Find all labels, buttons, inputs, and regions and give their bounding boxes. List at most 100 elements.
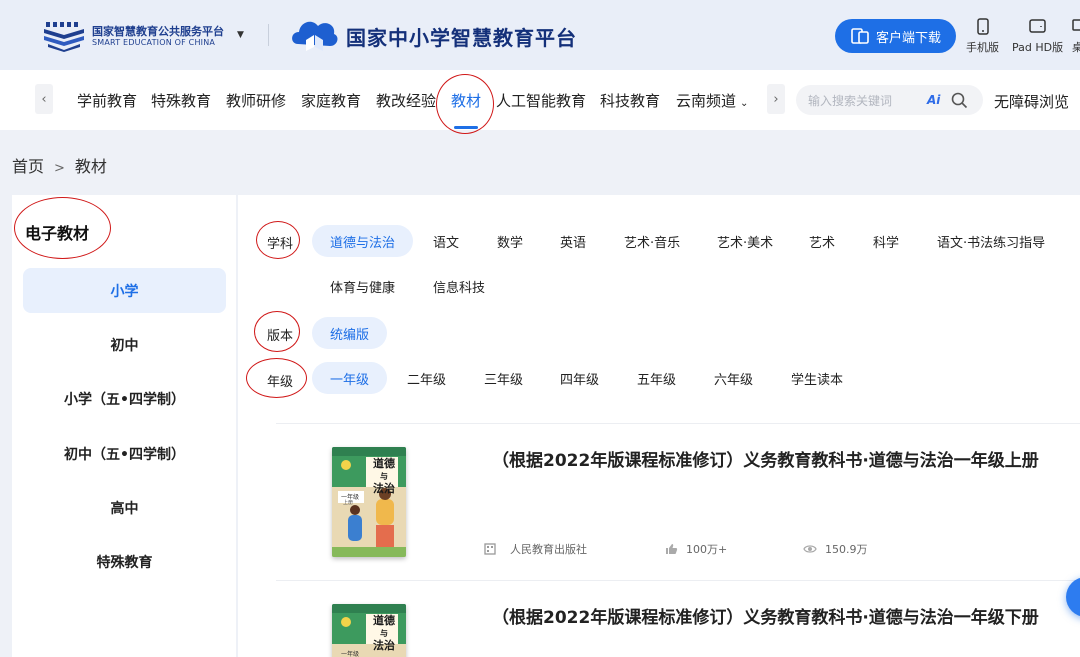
thumbs-up-icon bbox=[666, 544, 678, 554]
ai-search-icon[interactable]: Ai bbox=[927, 93, 940, 107]
devices-icon bbox=[851, 28, 869, 44]
subject-option-english[interactable]: 英语 bbox=[560, 225, 586, 257]
cover-title-line2: 与 bbox=[380, 472, 388, 481]
grade-option-student-reader[interactable]: 学生读本 bbox=[791, 362, 843, 394]
views-count: 150.9万 bbox=[825, 543, 868, 556]
cloud-book-logo-icon[interactable] bbox=[290, 14, 340, 56]
search-placeholder: 输入搜索关键词 bbox=[808, 94, 893, 108]
main-nav: ‹ 学前教育 特殊教育 教师研修 家庭教育 教改经验 教材 人工智能教育 科技教… bbox=[0, 70, 1080, 130]
accessibility-link[interactable]: 无障碍浏览 bbox=[994, 91, 1069, 112]
book-title[interactable]: （根据2022年版课程标准修订）义务教育教科书·道德与法治一年级下册 bbox=[492, 603, 1039, 628]
subject-option-pe-health[interactable]: 体育与健康 bbox=[330, 270, 395, 302]
cover-title-line2: 与 bbox=[380, 629, 388, 638]
mobile-version-label: 手机版 bbox=[966, 41, 999, 54]
grade-option-4[interactable]: 四年级 bbox=[560, 362, 599, 394]
sidebar-title: 电子教材 bbox=[25, 224, 90, 243]
sidebar-item-junior-54[interactable]: 初中（五•四学制） bbox=[23, 431, 226, 476]
nav-item-ai-education[interactable]: 人工智能教育 bbox=[496, 90, 586, 111]
nav-item-teacher-training[interactable]: 教师研修 bbox=[226, 90, 286, 111]
eye-icon bbox=[803, 545, 817, 553]
nav-item-family-education[interactable]: 家庭教育 bbox=[301, 90, 361, 111]
textbook-content: 学科 道德与法治 语文 数学 英语 艺术·音乐 艺术·美术 艺术 科学 语文·书… bbox=[238, 195, 1080, 657]
grade-filter-label: 年级 bbox=[267, 375, 294, 390]
tablet-icon bbox=[1029, 19, 1046, 33]
building-icon bbox=[484, 543, 496, 555]
list-divider bbox=[276, 580, 1080, 581]
book-cover-title: 道德与法治 bbox=[372, 615, 396, 652]
publisher-name: 人民教育出版社 bbox=[510, 543, 587, 556]
smart-education-logo-icon[interactable] bbox=[42, 20, 86, 52]
nav-prev-arrow[interactable]: ‹ bbox=[35, 84, 53, 114]
stage-sidebar: 电子教材 小学 初中 小学（五•四学制） 初中（五•四学制） 高中 特殊教育 bbox=[12, 195, 236, 657]
sidebar-item-primary-54[interactable]: 小学（五•四学制） bbox=[23, 376, 226, 421]
subject-option-arts-fine[interactable]: 艺术·美术 bbox=[717, 225, 773, 257]
grade-option-1[interactable]: 一年级 bbox=[312, 362, 388, 394]
book-publisher: 人民教育出版社 bbox=[484, 541, 587, 557]
nav-item-yunnan-channel[interactable]: 云南频道 ⌄ bbox=[676, 90, 748, 111]
chevron-down-icon: ⌄ bbox=[740, 98, 749, 109]
top-header: 国家智慧教育公共服务平台 SMART EDUCATION OF CHINA ▼ … bbox=[0, 0, 1080, 70]
desktop-version-link[interactable]: 桌 bbox=[1072, 18, 1080, 55]
subject-filter-label: 学科 bbox=[267, 237, 294, 252]
subject-option-science[interactable]: 科学 bbox=[873, 225, 899, 257]
cover-term-label: 上册 bbox=[343, 500, 354, 506]
platform-name-cn: 国家智慧教育公共服务平台 bbox=[92, 25, 224, 38]
cover-grade-label: 一年级 bbox=[341, 651, 360, 657]
nav-next-arrow[interactable]: › bbox=[767, 84, 785, 114]
book-title[interactable]: （根据2022年版课程标准修订）义务教育教科书·道德与法治一年级上册 bbox=[492, 446, 1039, 471]
breadcrumb-separator: > bbox=[54, 161, 65, 176]
search-box[interactable]: 输入搜索关键词 Ai bbox=[796, 85, 983, 115]
book-cover[interactable]: 道德与法治 一年级 上册 bbox=[332, 447, 406, 557]
platform-name-en: SMART EDUCATION OF CHINA bbox=[92, 38, 216, 47]
nav-item-special-education[interactable]: 特殊教育 bbox=[151, 90, 211, 111]
subject-option-arts-music[interactable]: 艺术·音乐 bbox=[624, 225, 680, 257]
header-divider bbox=[268, 24, 269, 46]
client-download-button[interactable]: 客户端下载 bbox=[835, 19, 956, 53]
grade-option-5[interactable]: 五年级 bbox=[637, 362, 676, 394]
desktop-version-label: 桌 bbox=[1072, 41, 1080, 54]
likes-count: 100万+ bbox=[686, 543, 728, 556]
cover-title-line1: 道德 bbox=[373, 614, 395, 627]
client-download-label: 客户端下载 bbox=[876, 30, 942, 46]
edition-filter-label: 版本 bbox=[267, 329, 294, 344]
nav-item-textbooks[interactable]: 教材 bbox=[451, 90, 481, 111]
subject-option-chinese[interactable]: 语文 bbox=[433, 225, 459, 257]
subject-option-calligraphy[interactable]: 语文·书法练习指导 bbox=[937, 225, 1045, 257]
sidebar-item-junior[interactable]: 初中 bbox=[23, 322, 226, 367]
nav-item-reform-experience[interactable]: 教改经验 bbox=[376, 90, 436, 111]
grade-option-2[interactable]: 二年级 bbox=[407, 362, 446, 394]
grade-option-3[interactable]: 三年级 bbox=[484, 362, 523, 394]
subject-option-math[interactable]: 数学 bbox=[497, 225, 523, 257]
pad-version-link[interactable]: Pad HD版 bbox=[1012, 18, 1063, 55]
sidebar-item-primary[interactable]: 小学 bbox=[23, 268, 226, 313]
search-icon[interactable] bbox=[951, 92, 968, 109]
edition-option-tongbian[interactable]: 统编版 bbox=[312, 317, 388, 349]
caret-down-icon[interactable]: ▼ bbox=[237, 30, 244, 40]
book-likes: 100万+ bbox=[665, 541, 727, 557]
pad-version-label: Pad HD版 bbox=[1012, 41, 1064, 54]
nav-item-preschool[interactable]: 学前教育 bbox=[77, 90, 137, 111]
desktop-icon bbox=[1072, 19, 1080, 31]
book-views: 150.9万 bbox=[803, 541, 868, 557]
list-divider bbox=[276, 423, 1080, 424]
cover-title-line1: 道德 bbox=[373, 457, 395, 470]
subject-option-it[interactable]: 信息科技 bbox=[433, 270, 485, 302]
grade-option-6[interactable]: 六年级 bbox=[714, 362, 753, 394]
book-cover[interactable]: 道德与法治 一年级 bbox=[332, 604, 406, 657]
mobile-version-link[interactable]: 手机版 bbox=[966, 18, 999, 55]
sidebar-item-senior[interactable]: 高中 bbox=[23, 485, 226, 530]
phone-icon bbox=[976, 18, 989, 35]
subject-option-morality-law[interactable]: 道德与法治 bbox=[312, 225, 414, 257]
sidebar-item-special[interactable]: 特殊教育 bbox=[23, 539, 226, 584]
yunnan-channel-label: 云南频道 bbox=[676, 92, 737, 110]
breadcrumb-current: 教材 bbox=[74, 157, 107, 176]
breadcrumb-home[interactable]: 首页 bbox=[12, 157, 44, 176]
subject-option-arts[interactable]: 艺术 bbox=[809, 225, 835, 257]
cover-title-line3: 法治 bbox=[373, 639, 395, 652]
book-cover-title: 道德与法治 bbox=[372, 458, 396, 495]
nav-item-tech-education[interactable]: 科技教育 bbox=[600, 90, 660, 111]
cover-title-line3: 法治 bbox=[373, 482, 395, 495]
nav-active-indicator bbox=[454, 126, 478, 129]
breadcrumb: 首页 > 教材 bbox=[12, 153, 107, 177]
site-title: 国家中小学智慧教育平台 bbox=[346, 26, 577, 50]
